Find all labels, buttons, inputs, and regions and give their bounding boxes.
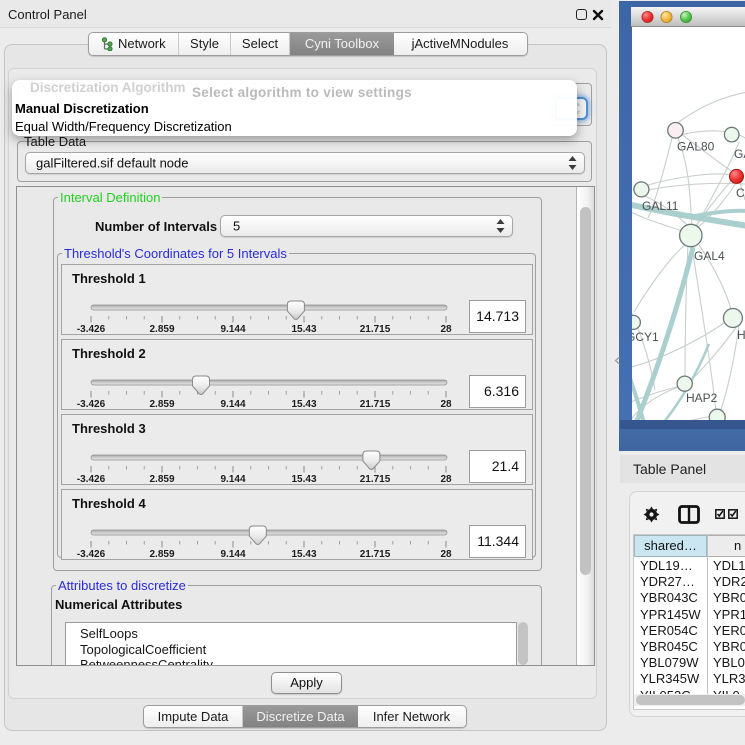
svg-text:GAL80: GAL80 — [677, 140, 715, 154]
svg-text:9.144: 9.144 — [220, 474, 245, 485]
svg-text:2.859: 2.859 — [149, 324, 174, 335]
svg-text:GA: GA — [734, 147, 745, 161]
svg-text:15.43: 15.43 — [291, 324, 316, 335]
svg-text:15.43: 15.43 — [291, 399, 316, 410]
svg-text:-3.426: -3.426 — [77, 399, 106, 410]
svg-text:9.144: 9.144 — [220, 549, 245, 560]
svg-text:9.144: 9.144 — [220, 399, 245, 410]
svg-text:2.859: 2.859 — [149, 399, 174, 410]
svg-text:-3.426: -3.426 — [77, 549, 106, 560]
svg-text:28: 28 — [440, 324, 452, 335]
svg-text:28: 28 — [440, 549, 452, 560]
svg-text:C: C — [736, 186, 745, 200]
svg-text:28: 28 — [440, 399, 452, 410]
svg-text:21.715: 21.715 — [360, 324, 391, 335]
svg-text:15.43: 15.43 — [291, 549, 316, 560]
svg-text:21.715: 21.715 — [360, 399, 391, 410]
svg-text:21.715: 21.715 — [360, 549, 391, 560]
svg-text:9.144: 9.144 — [220, 324, 245, 335]
svg-text:15.43: 15.43 — [291, 474, 316, 485]
svg-text:GAL4: GAL4 — [694, 249, 725, 263]
svg-text:GAL11: GAL11 — [642, 199, 679, 213]
svg-text:2.859: 2.859 — [149, 474, 174, 485]
svg-text:2.859: 2.859 — [149, 549, 174, 560]
svg-text:H: H — [737, 328, 745, 342]
svg-text:-3.426: -3.426 — [77, 474, 106, 485]
svg-text:HAP2: HAP2 — [686, 391, 718, 405]
svg-text:28: 28 — [440, 474, 452, 485]
svg-text:-3.426: -3.426 — [77, 324, 106, 335]
svg-text:21.715: 21.715 — [360, 474, 391, 485]
